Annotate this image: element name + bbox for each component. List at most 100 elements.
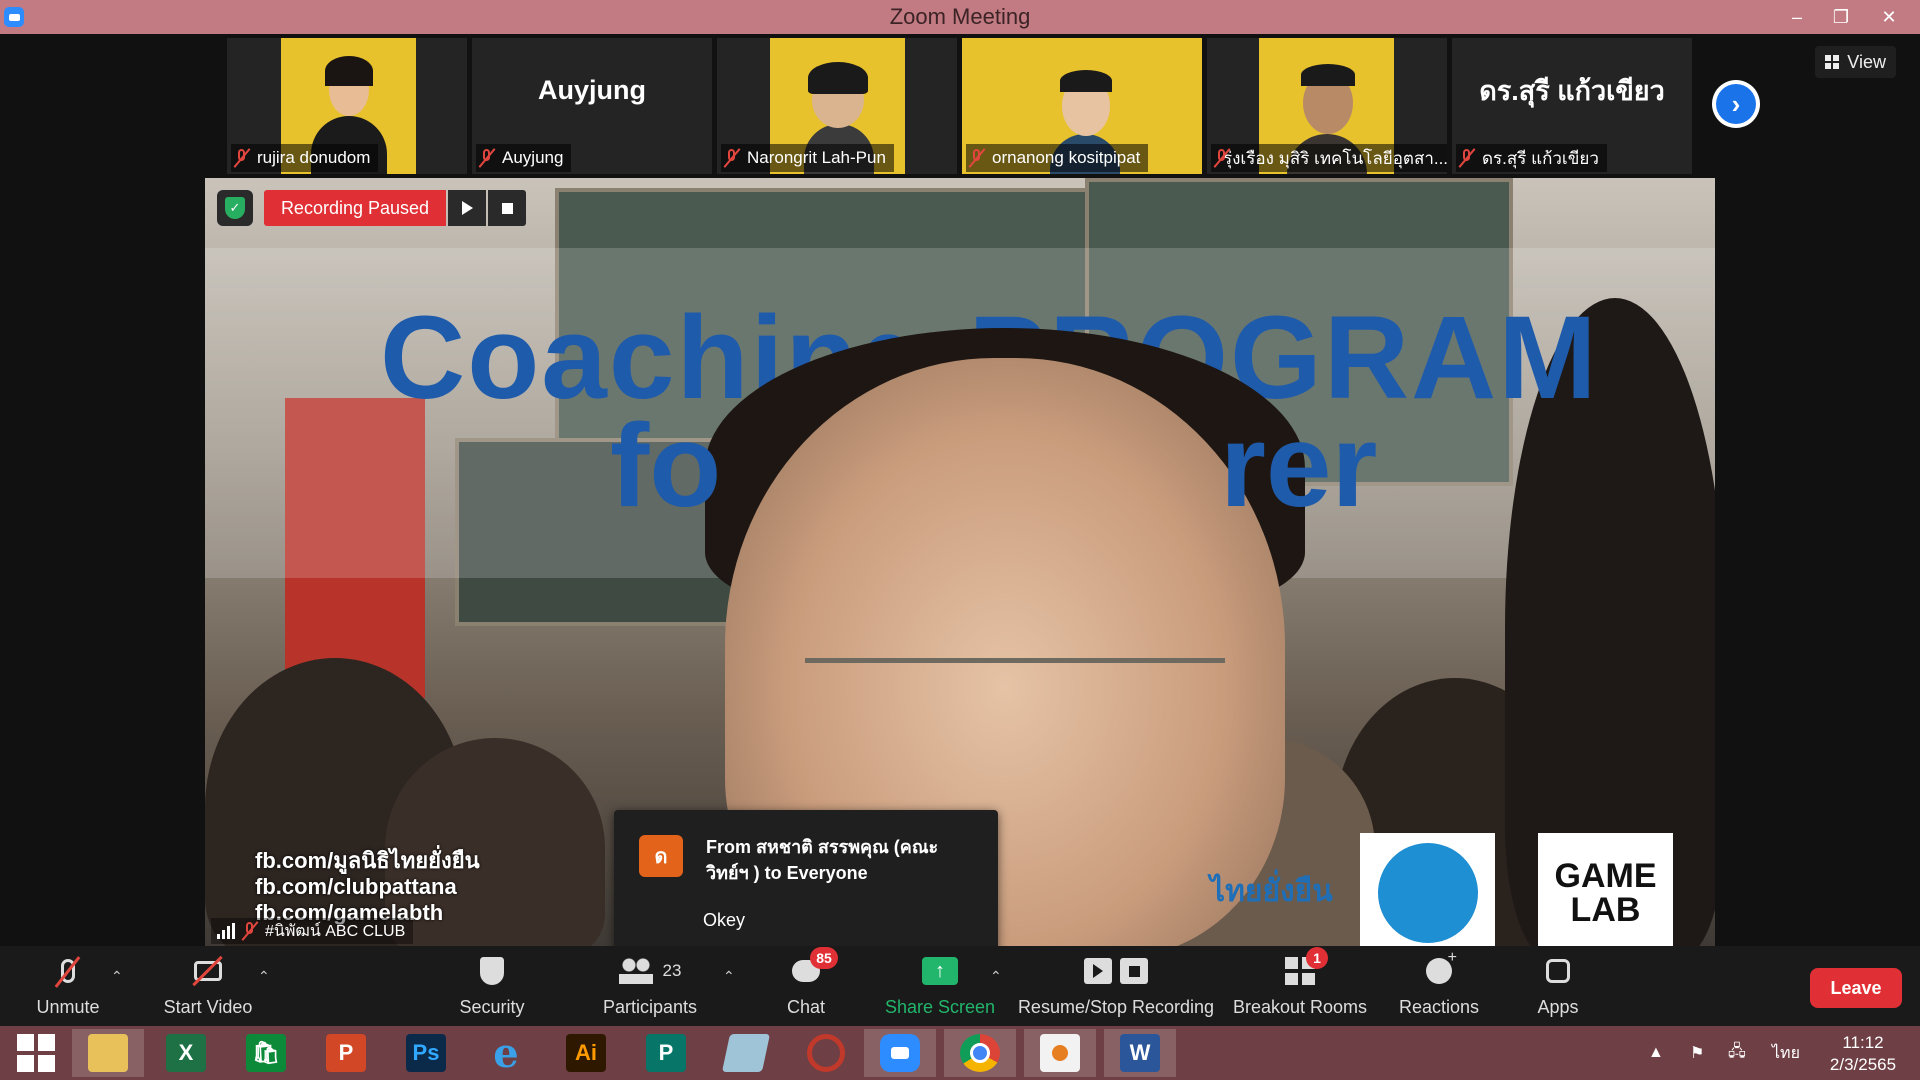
check-shield-icon: ✓ (225, 197, 245, 219)
powerpoint-icon: P (326, 1034, 366, 1072)
chat-bubble-icon: 85 (786, 947, 838, 989)
participant-tile[interactable]: รุ่งเรือง มุสิริ เทคโนโลยีอุตสา... (1207, 38, 1447, 174)
taskbar-word[interactable]: W (1104, 1029, 1176, 1077)
zoom-icon (880, 1034, 920, 1072)
share-options-caret[interactable]: ⌃ (990, 968, 1002, 984)
chat-sender-avatar: ด (639, 835, 683, 877)
play-icon (461, 201, 473, 215)
blue-circle-logo (1360, 833, 1495, 946)
apps-icon (1538, 953, 1578, 989)
participant-name-label: Auyjung (476, 144, 572, 172)
start-video-button[interactable]: Start Video (158, 946, 258, 1026)
participant-name-label: ornanong kositpipat (966, 144, 1149, 172)
breakout-rooms-icon: 1 (1280, 947, 1328, 989)
apps-button[interactable]: Apps (1530, 946, 1586, 1026)
video-off-icon (188, 953, 228, 989)
maximize-button[interactable]: ❐ (1818, 0, 1864, 34)
security-button[interactable]: Security (452, 946, 532, 1026)
mic-muted-icon (48, 953, 88, 989)
participant-tile[interactable]: rujira donudom (227, 38, 467, 174)
folder-icon (88, 1034, 128, 1072)
flag-icon: ⚑ (1690, 1045, 1705, 1062)
video-options-caret[interactable]: ⌃ (258, 968, 270, 984)
resume-recording-button[interactable] (448, 190, 486, 226)
network-indicator[interactable]: 🖧 (1728, 1026, 1746, 1080)
unmute-button[interactable]: Unmute (28, 946, 108, 1026)
security-shield-button[interactable]: ✓ (217, 190, 253, 226)
view-button[interactable]: View (1815, 46, 1896, 78)
taskbar-zoom[interactable] (864, 1029, 936, 1077)
audio-options-caret[interactable]: ⌃ (111, 968, 123, 984)
thai-sustainability-logo: ไทยยั่งยืน (1210, 875, 1333, 908)
participant-tile[interactable]: ดร.สุรี แก้วเขียว ดร.สุรี แก้วเขียว (1452, 38, 1692, 174)
signal-strength-icon (217, 923, 235, 939)
chrome-icon (960, 1034, 1000, 1072)
muted-mic-icon (235, 148, 249, 168)
taskbar-notes[interactable] (710, 1029, 782, 1077)
close-button[interactable]: ✕ (1866, 0, 1912, 34)
share-screen-icon: ↑ (920, 953, 960, 989)
taskbar-excel[interactable]: X (150, 1029, 222, 1077)
muted-mic-icon (480, 148, 494, 168)
taskbar-paint[interactable] (1024, 1029, 1096, 1077)
participant-name-label: ดร.สุรี แก้วเขียว (1456, 144, 1607, 172)
taskbar-store[interactable]: 🛍 (230, 1029, 302, 1077)
taskbar-file-explorer[interactable] (72, 1029, 144, 1077)
input-language[interactable]: ไทย (1772, 1026, 1800, 1080)
paint-icon (1040, 1034, 1080, 1072)
taskbar-publisher[interactable]: P (630, 1029, 702, 1077)
taskbar-photoshop[interactable]: Ps (390, 1029, 462, 1077)
share-screen-button[interactable]: ↑ Share Screen (880, 946, 1000, 1026)
ie-icon: e (493, 1029, 519, 1077)
taskbar-powerpoint[interactable]: P (310, 1029, 382, 1077)
meeting-area: rujira donudom Auyjung Auyjung Narongrit… (0, 34, 1920, 966)
smiley-plus-icon: + (1419, 949, 1459, 989)
chat-button[interactable]: 85 Chat (776, 946, 838, 1026)
taskbar-internet-explorer[interactable]: e (470, 1029, 542, 1077)
leave-meeting-button[interactable]: Leave (1810, 968, 1902, 1008)
illustrator-icon: Ai (566, 1034, 606, 1072)
minimize-button[interactable]: – (1774, 0, 1820, 34)
taskbar-illustrator[interactable]: Ai (550, 1029, 622, 1077)
muted-mic-icon (725, 148, 739, 168)
store-icon: 🛍 (246, 1034, 286, 1072)
action-center-flag[interactable]: ⚑ (1690, 1026, 1704, 1080)
next-page-button[interactable]: › (1712, 80, 1760, 128)
chevron-right-icon: › (1716, 84, 1756, 124)
chat-unread-badge: 85 (810, 947, 838, 969)
taskbar-photoscape[interactable] (790, 1029, 862, 1077)
show-hidden-icons[interactable]: ▲ (1648, 1026, 1664, 1080)
publisher-icon: P (646, 1034, 686, 1072)
muted-mic-icon (1460, 148, 1474, 168)
system-clock[interactable]: 11:12 2/3/2565 (1818, 1032, 1908, 1076)
reactions-button[interactable]: + Reactions (1394, 946, 1484, 1026)
muted-mic-icon (243, 921, 257, 941)
participant-big-name: Auyjung (538, 74, 646, 105)
chat-message: Okey (703, 910, 746, 930)
chat-notification[interactable]: ด From สหชาติ สรรพคุณ (คณะวิทย์ฯ ) to Ev… (614, 810, 998, 966)
speaker-name-label: #นิพัฒน์ ABC CLUB (211, 918, 414, 944)
recording-status: Recording Paused (264, 190, 446, 226)
photoscape-icon (807, 1034, 845, 1072)
participants-options-caret[interactable]: ⌃ (723, 968, 735, 984)
participants-button[interactable]: 23 Participants (598, 946, 702, 1026)
participant-tile[interactable]: ornanong kositpipat (962, 38, 1202, 174)
photoshop-icon: Ps (406, 1034, 446, 1072)
breakout-rooms-button[interactable]: 1 Breakout Rooms (1228, 946, 1372, 1026)
participant-big-name: ดร.สุรี แก้วเขียว (1479, 75, 1665, 106)
participant-tile[interactable]: Auyjung Auyjung (472, 38, 712, 174)
chat-sender: From สหชาติ สรรพคุณ (คณะวิทย์ฯ ) to Ever… (706, 837, 939, 883)
resume-stop-recording-button[interactable]: Resume/Stop Recording (1016, 946, 1216, 1026)
participants-icon: 23 (610, 953, 690, 989)
meeting-toolbar: Unmute ⌃ Start Video ⌃ Security 23 Parti… (0, 946, 1920, 1026)
participant-tile[interactable]: Narongrit Lah-Pun (717, 38, 957, 174)
stop-icon (501, 202, 513, 214)
record-controls-icon (1076, 953, 1156, 989)
presenter-glasses (805, 658, 1225, 733)
participant-name-label: รุ่งเรือง มุสิริ เทคโนโลยีอุตสา... (1211, 144, 1447, 172)
start-button[interactable] (0, 1029, 72, 1077)
breakout-badge: 1 (1306, 947, 1328, 969)
taskbar-chrome[interactable] (944, 1029, 1016, 1077)
title-bar: Zoom Meeting – ❐ ✕ (0, 0, 1920, 34)
stop-recording-button[interactable] (488, 190, 526, 226)
